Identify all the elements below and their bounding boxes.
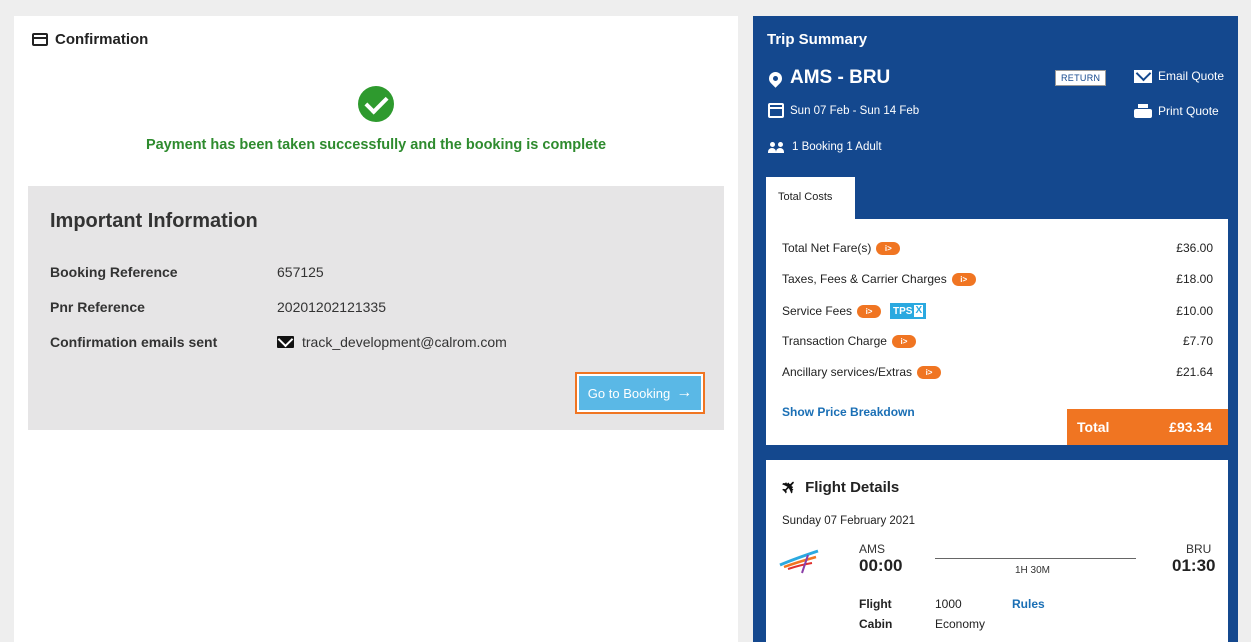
printer-icon [1134,104,1152,118]
info-icon[interactable]: i> [857,304,882,318]
info-icon[interactable]: i> [917,365,942,379]
cost-row-taxes: Taxes, Fees & Carrier Charges i> £18.00 [782,272,1213,286]
cost-amount: £7.70 [1182,334,1213,348]
calendar-icon [768,103,784,118]
info-icon[interactable]: i> [951,272,976,286]
cost-amount: £36.00 [1176,241,1213,255]
booking-reference-value: 657125 [277,264,324,280]
flight-number-label: Flight [859,597,892,611]
trip-summary-panel: Trip Summary AMS - BRU RETURN Email Quot… [753,16,1238,642]
print-quote-link[interactable]: Print Quote [1134,104,1219,118]
cost-row-net-fare: Total Net Fare(s) i> £36.00 [782,241,1213,255]
go-to-booking-label: Go to Booking [587,385,671,401]
total-amount: £93.34 [1169,419,1212,435]
tps-label: TPS [893,305,913,317]
email-quote-label: Email Quote [1158,69,1225,83]
show-price-breakdown-link[interactable]: Show Price Breakdown [782,405,915,419]
location-pin-icon [766,68,785,88]
route-label: AMS - BRU [790,67,891,88]
trip-dates-label: Sun 07 Feb - Sun 14 Feb [790,104,920,117]
confirmation-panel: Confirmation Payment has been taken succ… [14,16,738,642]
cost-amount: £10.00 [1176,304,1213,318]
cabin-label: Cabin [859,617,893,631]
confirmation-header: Confirmation [32,31,148,48]
pnr-reference-value: 20201202121335 [277,299,387,315]
flight-duration-line [935,558,1136,559]
envelope-icon [1134,69,1152,83]
arrival-time: 01:30 [1172,556,1216,575]
go-to-booking-button[interactable]: Go to Booking → [575,372,705,414]
pnr-reference-label: Pnr Reference [50,299,145,315]
flight-details-header: ✈ Flight Details [777,475,900,500]
flight-details-panel: ✈ Flight Details Sunday 07 February 2021… [766,460,1228,642]
destination-code: BRU [1186,542,1212,556]
cost-label: Taxes, Fees & Carrier Charges [782,272,947,286]
tps-remove-icon[interactable]: X [914,305,924,317]
info-icon[interactable]: i> [876,241,901,255]
passenger-summary-label: 1 Booking 1 Adult [792,141,882,153]
check-circle-icon [358,86,394,122]
flight-date: Sunday 07 February 2021 [782,515,915,527]
total-box: Total £93.34 [1067,409,1228,445]
route: AMS - BRU [766,67,891,89]
departure-time: 00:00 [859,556,903,575]
flight-number-value: 1000 [935,597,962,611]
tab-total-costs[interactable]: Total Costs [766,177,855,219]
trip-dates: Sun 07 Feb - Sun 14 Feb [768,103,919,118]
mail-icon [277,336,294,348]
info-icon[interactable]: i> [891,334,916,348]
email-quote-link[interactable]: Email Quote [1134,69,1224,83]
confirmation-email-address: track_development@calrom.com [302,334,507,350]
total-costs-panel: Total Net Fare(s) i> £36.00 Taxes, Fees … [766,219,1228,445]
cost-label: Transaction Charge [782,334,887,348]
cost-label: Ancillary services/Extras [782,365,913,379]
credit-card-icon [32,33,48,46]
cost-row-service-fees: Service Fees i> TPS X £10.00 [782,303,1213,319]
airplane-icon: ✈ [776,474,802,500]
trip-summary-title: Trip Summary [767,31,868,48]
success-message: Payment has been taken successfully and … [145,137,607,153]
booking-reference-label: Booking Reference [50,264,178,280]
important-information-box: Important Information Booking Reference … [28,186,724,430]
cost-row-transaction-charge: Transaction Charge i> £7.70 [782,334,1213,348]
arrow-right-icon: → [676,384,693,401]
flight-details-title: Flight Details [805,479,900,496]
cost-label: Total Net Fare(s) [782,241,872,255]
airline-logo-icon [779,549,819,574]
confirmation-title: Confirmation [55,31,149,48]
users-icon [768,141,786,153]
flight-duration: 1H 30M [1015,565,1051,576]
confirmation-emails-label: Confirmation emails sent [50,334,218,350]
tps-badge[interactable]: TPS X [890,303,927,319]
cost-amount: £21.64 [1176,365,1213,379]
cost-amount: £18.00 [1176,272,1213,286]
rules-link[interactable]: Rules [1012,597,1045,611]
cost-label: Service Fees [782,304,853,318]
print-quote-label: Print Quote [1158,104,1219,118]
cabin-value: Economy [935,617,986,631]
total-label: Total [1077,419,1110,435]
confirmation-emails-value: track_development@calrom.com [277,334,507,350]
important-information-title: Important Information [50,210,258,232]
trip-type-badge: RETURN [1055,70,1107,86]
passenger-summary: 1 Booking 1 Adult [768,141,882,153]
origin-code: AMS [859,542,886,556]
cost-row-ancillary: Ancillary services/Extras i> £21.64 [782,365,1213,379]
